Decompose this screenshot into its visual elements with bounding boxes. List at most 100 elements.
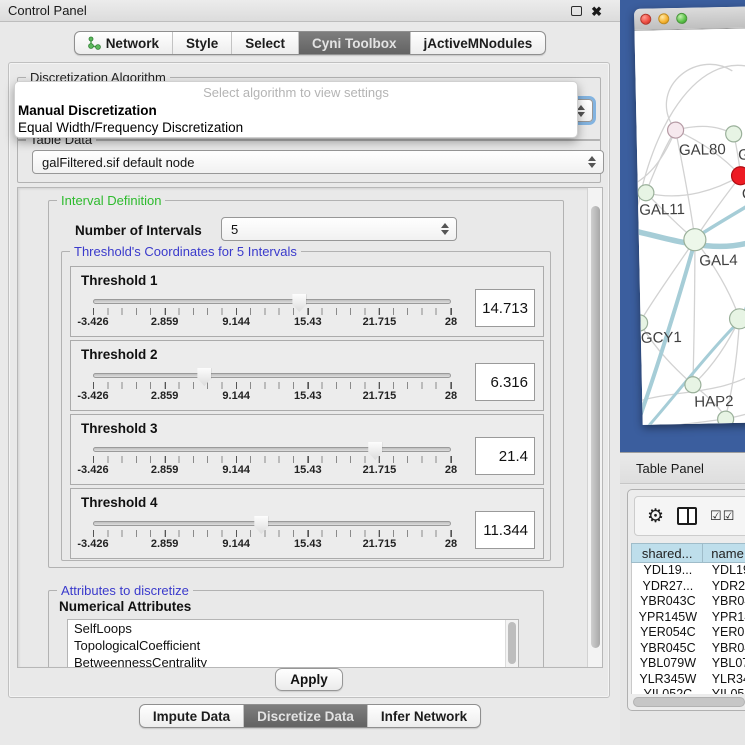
node-label: GA xyxy=(738,146,745,163)
control-panel-titlebar: Control Panel ✖ xyxy=(0,0,620,22)
panel-title: Control Panel xyxy=(8,3,87,18)
threshold-3-slider[interactable] xyxy=(93,447,451,452)
columns-icon[interactable] xyxy=(677,507,697,525)
node-gal11[interactable] xyxy=(638,185,654,201)
tab-jactivemnodules[interactable]: jActiveMNodules xyxy=(411,32,546,54)
num-intervals-value: 5 xyxy=(222,222,238,237)
network-labels: GAL80 GA C GAL11 GAL4 H GCY1 HAP2 xyxy=(637,140,745,412)
thresholds-group: Threshold's Coordinates for 5 Intervals … xyxy=(61,251,551,561)
list-scrollbar[interactable] xyxy=(505,620,518,668)
tab-style[interactable]: Style xyxy=(173,32,232,54)
attributes-list[interactable]: SelfLoops TopologicalCoefficient Between… xyxy=(67,619,519,668)
threshold-1-panel: Threshold 1 -3.426 2.859 xyxy=(70,266,544,337)
list-item[interactable]: BetweennessCentrality xyxy=(68,654,518,668)
dropdown-option-manual[interactable]: Manual Discretization xyxy=(15,102,577,119)
table-rows: YDL19...YDL19... YDR27...YDR27... YBR043… xyxy=(631,563,745,694)
threshold-1-value[interactable]: 14.713 xyxy=(475,289,535,327)
table-row[interactable]: YIL052CYIL052C xyxy=(632,687,745,694)
network-view-window[interactable]: GAL80 GA C GAL11 GAL4 H GCY1 HAP2 xyxy=(634,6,745,425)
settings-scrollbar[interactable] xyxy=(587,188,602,668)
network-window-titlebar[interactable] xyxy=(634,6,745,31)
attributes-group: Attributes to discretize Numerical Attri… xyxy=(48,590,544,668)
stepper-icon xyxy=(577,105,585,117)
tab-network[interactable]: Network xyxy=(75,32,173,54)
threshold-4-value[interactable]: 11.344 xyxy=(475,511,535,549)
dropdown-hint: Select algorithm to view settings xyxy=(15,85,577,102)
stepper-icon xyxy=(441,223,449,235)
group-title: Attributes to discretize xyxy=(57,583,193,598)
node-red-selected[interactable] xyxy=(731,167,745,185)
tab-infer-network[interactable]: Infer Network xyxy=(368,705,480,727)
table-row[interactable]: YPR145WYPR145W xyxy=(632,610,745,626)
threshold-3-value[interactable]: 21.4 xyxy=(475,437,535,475)
table-toolbar: ⚙ ☑☑ xyxy=(634,496,745,536)
network-canvas[interactable]: GAL80 GA C GAL11 GAL4 H GCY1 HAP2 xyxy=(634,28,745,425)
table-panel-titlebar: Table Panel xyxy=(620,452,745,484)
node-label: GAL11 xyxy=(639,201,685,219)
table-panel: ⚙ ☑☑ shared... name YDL19...YDL19... YDR… xyxy=(620,485,745,745)
close-icon[interactable]: ✖ xyxy=(591,5,602,18)
bottom-tab-bar: Impute Data Discretize Data Infer Networ… xyxy=(0,704,620,728)
node-label: HAP2 xyxy=(694,393,734,411)
node-label: GAL80 xyxy=(679,141,726,159)
selected-table: galFiltered.sif default node xyxy=(33,155,194,170)
node-gal-right[interactable] xyxy=(726,126,742,142)
table-data-group: Table Data galFiltered.sif default node xyxy=(17,139,601,183)
threshold-2-panel: Threshold 2 -3.426 2.859 xyxy=(70,340,544,411)
minimize-traffic-light-icon[interactable] xyxy=(658,13,669,24)
apply-button[interactable]: Apply xyxy=(275,668,343,691)
control-panel: Control Panel ✖ xyxy=(0,0,620,745)
group-title: Interval Definition xyxy=(57,193,165,208)
list-item[interactable]: SelfLoops xyxy=(68,620,518,637)
top-tab-bar: Network Style Select Cyni Toolbox jActiv… xyxy=(0,31,620,55)
close-traffic-light-icon[interactable] xyxy=(640,14,651,25)
table-panel-title: Table Panel xyxy=(636,461,704,476)
group-title: Threshold's Coordinates for 5 Intervals xyxy=(70,244,301,259)
table-row[interactable]: YLR345WYLR345W xyxy=(632,672,745,688)
node-gal80[interactable] xyxy=(667,122,683,138)
horizontal-scrollbar[interactable] xyxy=(631,696,745,708)
table-header: shared... name xyxy=(631,543,745,563)
checkbox-icons[interactable]: ☑☑ xyxy=(710,508,735,524)
threshold-3-panel: Threshold 3 -3.426 2.859 xyxy=(70,414,544,485)
table-row[interactable]: YBR045CYBR045C xyxy=(632,641,745,657)
table-row[interactable]: YBL079WYBL079W xyxy=(632,656,745,672)
threshold-2-slider[interactable] xyxy=(93,373,451,378)
float-window-icon[interactable] xyxy=(571,6,582,16)
table-row[interactable]: YBR043CYBR043C xyxy=(632,594,745,610)
threshold-4-slider[interactable] xyxy=(93,521,451,526)
table-data-combobox[interactable]: galFiltered.sif default node xyxy=(32,150,604,174)
node-bottom[interactable] xyxy=(717,411,733,425)
num-intervals-combobox[interactable]: 5 xyxy=(221,217,457,241)
tab-discretize-data[interactable]: Discretize Data xyxy=(244,705,368,727)
numerical-attributes-label: Numerical Attributes xyxy=(59,599,191,614)
node-table: shared... name YDL19...YDL19... YDR27...… xyxy=(631,543,745,694)
tab-impute-data[interactable]: Impute Data xyxy=(140,705,244,727)
node-gal4[interactable] xyxy=(684,228,706,250)
zoom-traffic-light-icon[interactable] xyxy=(676,13,687,24)
node-h[interactable] xyxy=(729,309,745,329)
table-row[interactable]: YDL19...YDL19... xyxy=(632,563,745,579)
cyni-toolbox-panel: Discretization Algorithm Select algorith… xyxy=(8,62,610,698)
threshold-4-panel: Threshold 4 -3.426 2.859 xyxy=(70,488,544,559)
threshold-1-slider[interactable] xyxy=(93,299,451,304)
stepper-icon xyxy=(588,156,596,168)
list-item[interactable]: TopologicalCoefficient xyxy=(68,637,518,654)
table-row[interactable]: YDR27...YDR27... xyxy=(632,579,745,595)
network-desktop: GAL80 GA C GAL11 GAL4 H GCY1 HAP2 xyxy=(620,0,745,452)
node-gcy1[interactable] xyxy=(634,315,647,331)
interval-definition-group: Interval Definition Number of Intervals … xyxy=(48,200,564,568)
tab-label: Network xyxy=(106,36,159,51)
column-header-name[interactable]: name xyxy=(703,543,745,563)
threshold-2-value[interactable]: 6.316 xyxy=(475,363,535,401)
table-row[interactable]: YER054CYER054C xyxy=(632,625,745,641)
algorithm-dropdown-popup: Select algorithm to view settings Manual… xyxy=(14,81,578,138)
gear-icon[interactable]: ⚙ xyxy=(647,507,664,526)
num-intervals-label: Number of Intervals xyxy=(75,223,202,238)
tab-cyni-toolbox[interactable]: Cyni Toolbox xyxy=(299,32,411,54)
screen: Control Panel ✖ xyxy=(0,0,745,745)
dropdown-option-equal-width[interactable]: Equal Width/Frequency Discretization xyxy=(15,119,577,136)
column-header-shared-name[interactable]: shared... xyxy=(631,543,703,563)
node-hap2[interactable] xyxy=(685,377,701,393)
tab-select[interactable]: Select xyxy=(232,32,299,54)
